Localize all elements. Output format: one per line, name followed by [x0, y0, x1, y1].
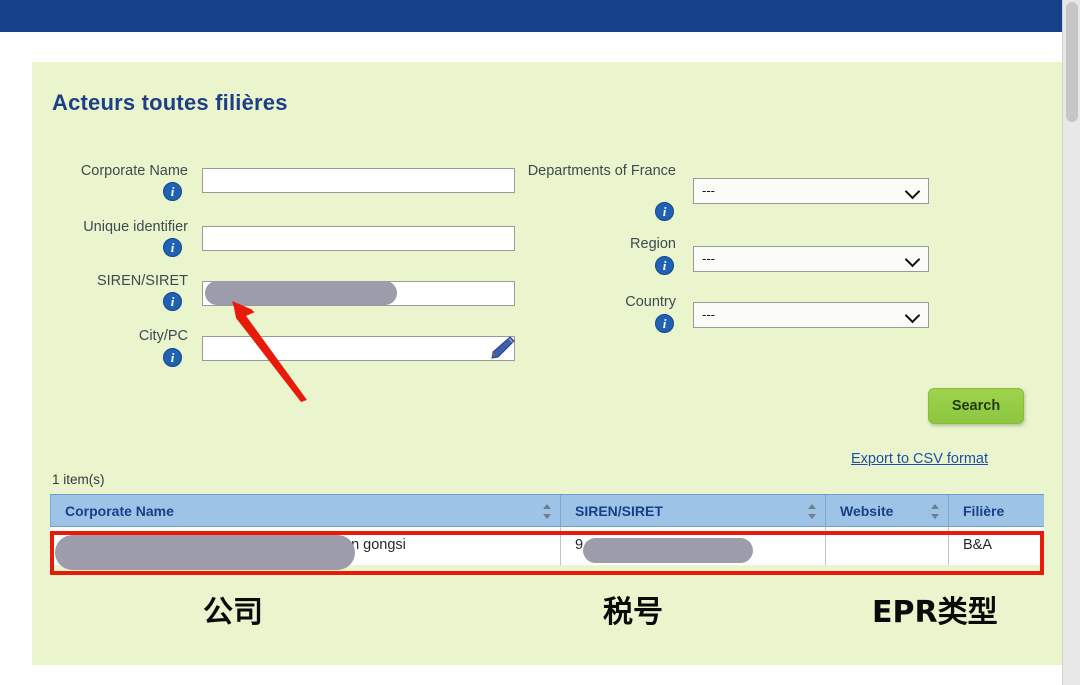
chevron-down-icon: [906, 252, 919, 265]
search-panel: [32, 62, 1062, 665]
column-header-website[interactable]: Website: [825, 495, 948, 528]
sort-arrow-website[interactable]: [931, 504, 940, 519]
select-country[interactable]: ---: [693, 302, 929, 328]
cell-website: [825, 527, 948, 565]
scrollbar-thumb[interactable]: [1066, 2, 1078, 122]
select-value-region: ---: [702, 251, 715, 266]
input-unique-identifier[interactable]: [202, 226, 515, 251]
chevron-down-icon: [906, 308, 919, 321]
column-label-filiere: Filière: [963, 503, 1005, 519]
column-header-siren-siret[interactable]: SIREN/SIRET: [560, 495, 825, 528]
page-title: Acteurs toutes filières: [52, 90, 288, 115]
annotation-label-epr-type: EPR类型: [872, 595, 998, 630]
table-header-row: Corporate Name SIREN/SIRET Website Filiè…: [50, 494, 1044, 528]
redaction-blob-siren-siret: [205, 281, 397, 305]
info-icon-region[interactable]: i: [655, 256, 674, 275]
page-root: Acteurs toutes filières Corporate Name i…: [0, 0, 1080, 685]
redaction-blob-row-siren-siret: [583, 538, 753, 563]
column-label-website: Website: [840, 503, 894, 519]
info-icon-city-pc[interactable]: i: [163, 348, 182, 367]
select-departments-of-france[interactable]: ---: [693, 178, 929, 204]
sort-arrow-siren-siret[interactable]: [808, 504, 817, 519]
select-value-country: ---: [702, 307, 715, 322]
result-count-label: 1 item(s): [52, 472, 105, 487]
info-icon-departments-of-france[interactable]: i: [655, 202, 674, 221]
chevron-down-icon: [906, 184, 919, 197]
label-city-pc: City/PC: [138, 328, 188, 344]
info-icon-siren-siret[interactable]: i: [163, 292, 182, 311]
search-button[interactable]: Search: [928, 388, 1024, 424]
label-corporate-name: Corporate Name: [80, 163, 188, 179]
cell-value-siren-siret: 9: [575, 537, 584, 553]
label-departments-of-france: Departments of France: [527, 163, 676, 179]
input-city-pc[interactable]: [202, 336, 515, 361]
page-scrollbar[interactable]: [1062, 0, 1080, 685]
cell-value-filiere: B&A: [963, 537, 993, 553]
label-siren-siret: SIREN/SIRET: [96, 273, 188, 289]
info-icon-country[interactable]: i: [655, 314, 674, 333]
column-header-filiere[interactable]: Filière: [948, 495, 1044, 528]
column-header-corporate-name[interactable]: Corporate Name: [50, 495, 560, 528]
pencil-icon[interactable]: [488, 335, 516, 360]
select-value-departments: ---: [702, 183, 715, 198]
redaction-blob-row-corporate-name: [55, 535, 355, 570]
input-corporate-name[interactable]: [202, 168, 515, 193]
export-csv-link[interactable]: Export to CSV format: [851, 451, 988, 467]
cell-filiere: B&A: [948, 527, 1044, 565]
column-label-corporate-name: Corporate Name: [65, 503, 174, 519]
column-label-siren-siret: SIREN/SIRET: [575, 503, 663, 519]
annotation-label-company: 公司: [203, 595, 263, 630]
label-region: Region: [630, 236, 676, 252]
info-icon-unique-identifier[interactable]: i: [163, 238, 182, 257]
label-unique-identifier: Unique identifier: [83, 219, 188, 235]
info-icon-corporate-name[interactable]: i: [163, 182, 182, 201]
label-country: Country: [625, 294, 676, 310]
select-region[interactable]: ---: [693, 246, 929, 272]
top-blue-bar: [0, 0, 1062, 32]
sort-arrow-corporate-name[interactable]: [543, 504, 552, 519]
annotation-label-tax-number: 税号: [603, 595, 663, 630]
